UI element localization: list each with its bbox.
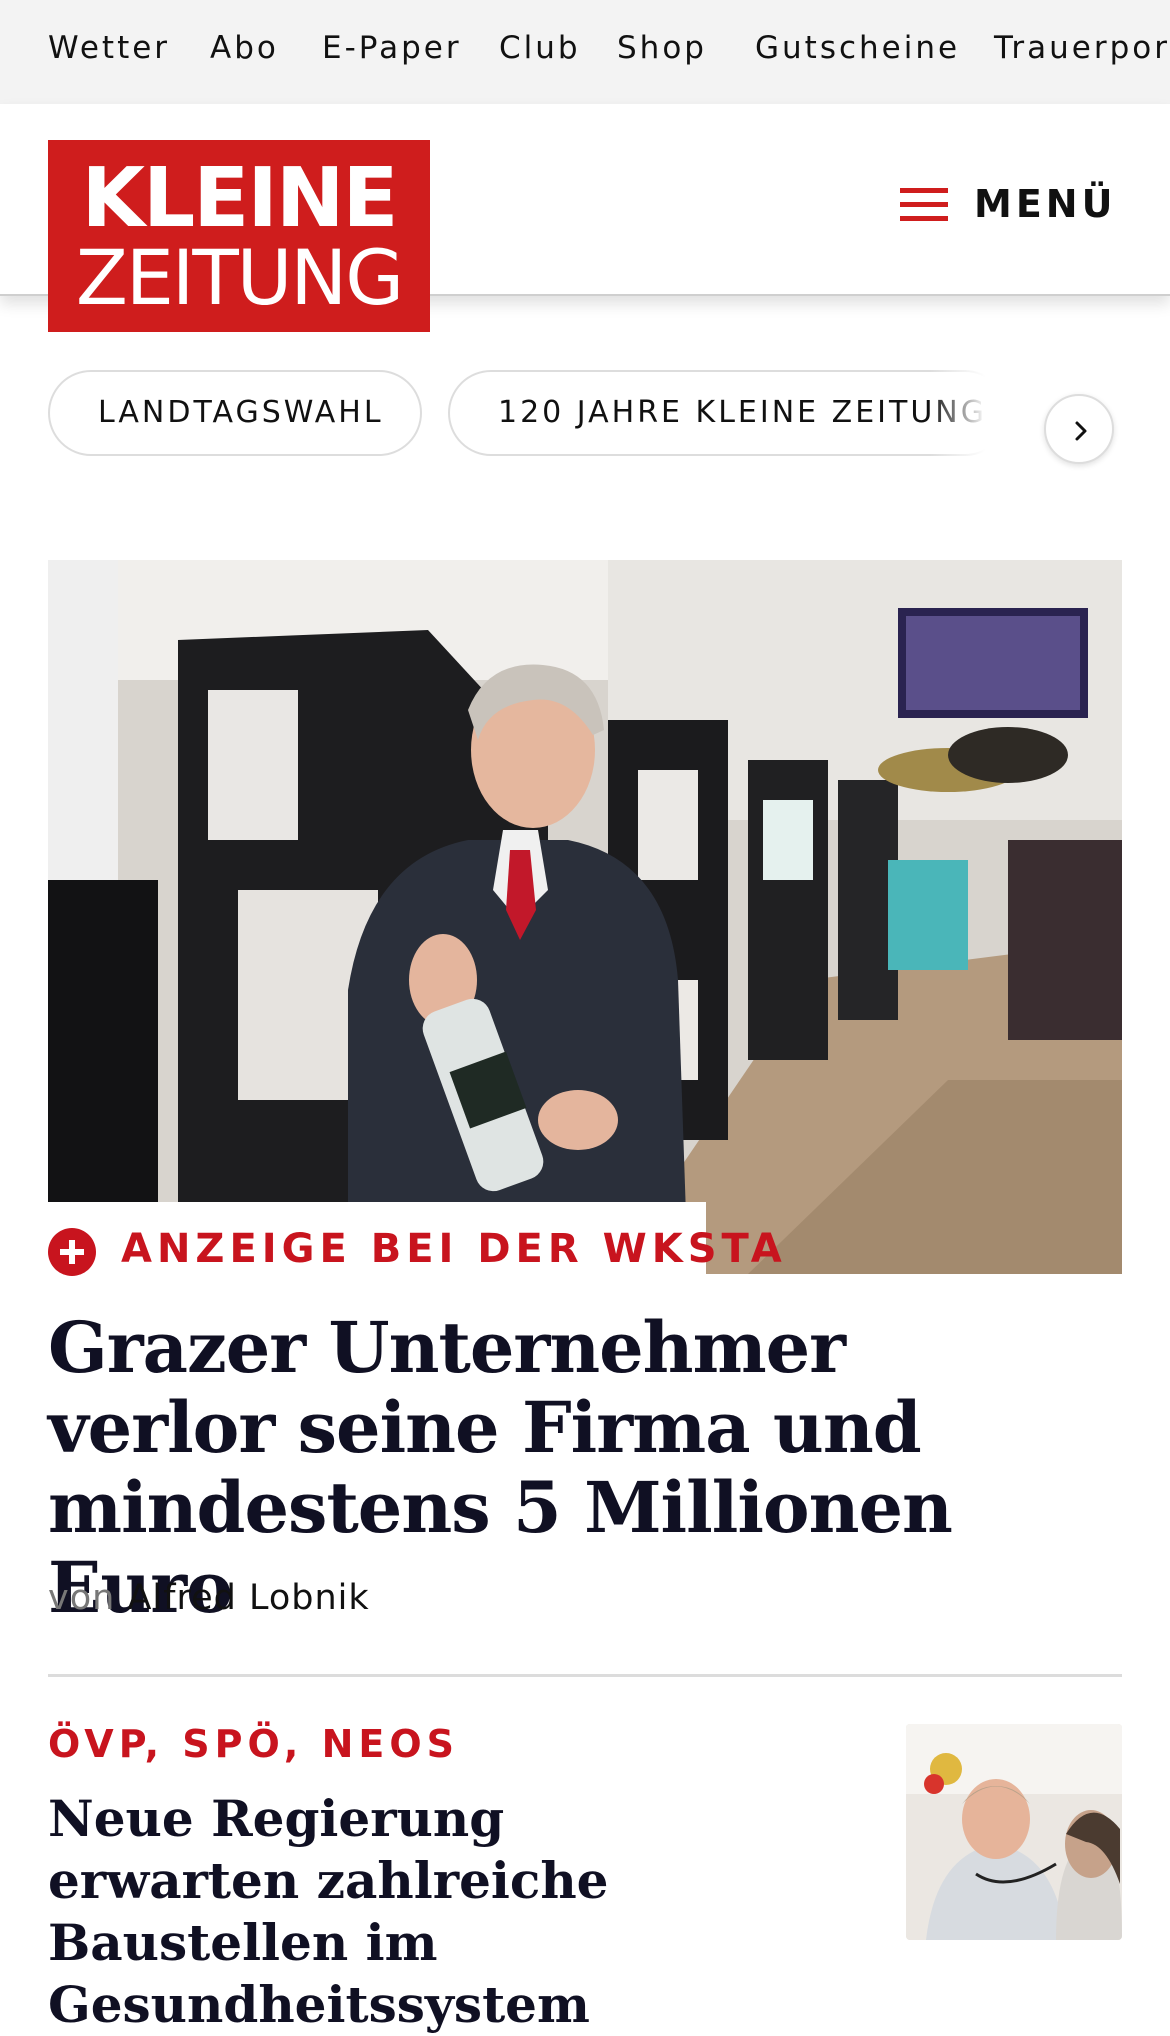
lead-photo <box>48 560 1122 1274</box>
hamburger-icon <box>900 188 948 222</box>
nav-link-trauerportal[interactable]: Trauerportal <box>994 30 1170 66</box>
site-header: KLEINE ZEITUNG MENÜ <box>0 104 1170 332</box>
logo-line-1: KLEINE <box>81 151 399 246</box>
tags-fade-overlay <box>930 360 1010 490</box>
lead-article-byline: von Alfred Lobnik <box>48 1578 370 1618</box>
top-navigation: Wetter Abo E-Paper Club Shop Gutscheine … <box>0 0 1170 104</box>
nav-link-abo[interactable]: Abo <box>210 30 279 66</box>
second-article-thumbnail[interactable] <box>906 1724 1122 1940</box>
plus-circle-icon <box>48 1228 96 1276</box>
nav-link-shop[interactable]: Shop <box>617 30 707 66</box>
nav-link-club[interactable]: Club <box>499 30 581 66</box>
byline-author[interactable]: Alfred Lobnik <box>127 1578 369 1618</box>
menu-button[interactable]: MENÜ <box>900 168 1120 240</box>
second-article-headline[interactable]: Neue Regierung erwarten zahlreiche Baust… <box>48 1788 768 2036</box>
tag-120-jahre[interactable]: 120 JAHRE KLEINE ZEITUNG <box>448 370 1008 456</box>
lead-article-kicker: ANZEIGE BEI DER WKSTA <box>121 1226 787 1272</box>
nav-link-gutscheine[interactable]: Gutscheine <box>755 30 960 66</box>
chevron-right-icon <box>1075 421 1087 441</box>
logo-line-2: ZEITUNG <box>75 233 404 322</box>
lead-article-image[interactable] <box>48 560 1122 1274</box>
thumbnail-photo <box>906 1724 1122 1940</box>
kleine-zeitung-logo[interactable]: KLEINE ZEITUNG <box>48 140 430 332</box>
menu-label: MENÜ <box>974 182 1117 226</box>
nav-link-epaper[interactable]: E-Paper <box>322 30 462 66</box>
second-article-kicker: ÖVP, SPÖ, NEOS <box>48 1722 460 1766</box>
tags-scroll-right-button[interactable] <box>1044 394 1114 464</box>
tag-landtagswahl[interactable]: LANDTAGSWAHL <box>48 370 422 456</box>
article-divider <box>48 1674 1122 1677</box>
nav-link-wetter[interactable]: Wetter <box>48 30 170 66</box>
byline-prefix: von <box>48 1578 116 1618</box>
